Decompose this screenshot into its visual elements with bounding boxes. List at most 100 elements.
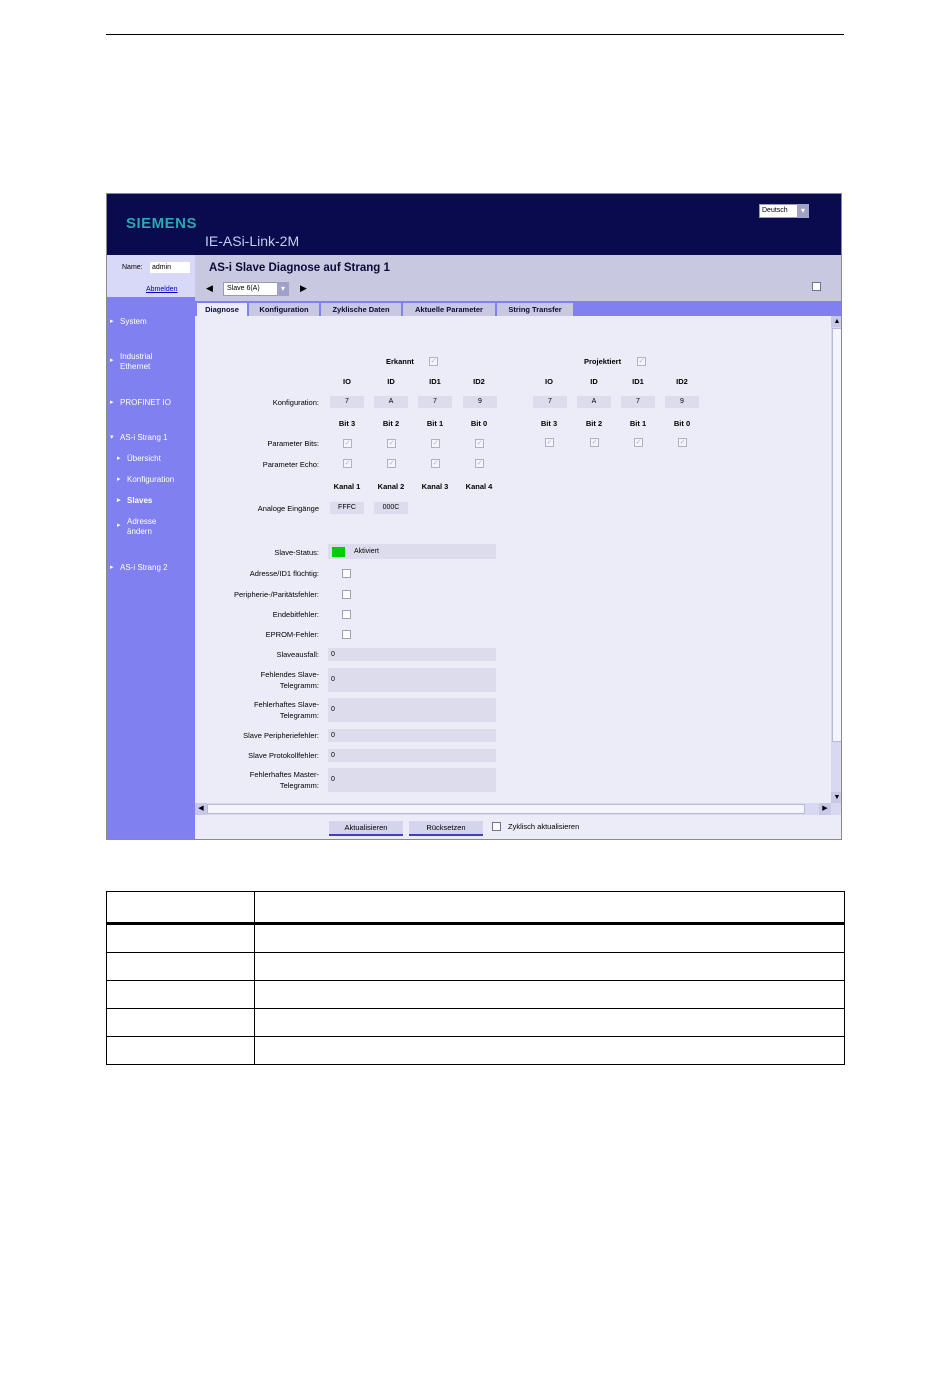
table-cell (106, 923, 255, 953)
print-icon[interactable] (812, 282, 821, 291)
slave-select[interactable]: Slave 6(A) ▾ (223, 282, 289, 296)
col-id-projektiert: ID (590, 377, 598, 386)
bit2-label-projektiert: Bit 2 (585, 419, 603, 428)
proj-param-bit0-checkbox[interactable]: ✓ (678, 438, 687, 447)
caret-right-icon: ▸ (110, 399, 114, 406)
counter-label-peripherie: Slave Peripheriefehler: (243, 731, 319, 740)
param-bit2-checkbox[interactable]: ✓ (387, 439, 396, 448)
next-slave-icon[interactable]: ▶ (300, 283, 307, 294)
sidebar-item-profinet[interactable]: ▸ PROFINET IO (110, 398, 171, 408)
erkannt-io-value: 7 (330, 396, 364, 408)
bit3-label: Bit 3 (338, 419, 356, 428)
language-value: Deutsch (762, 207, 788, 214)
previous-slave-icon[interactable]: ◀ (206, 283, 213, 294)
table-row (106, 923, 845, 953)
scroll-left-icon[interactable]: ◀ (195, 803, 207, 815)
logout-link[interactable]: Abmelden (146, 286, 178, 293)
horizontal-scrollbar[interactable]: ◀ ▶ (195, 803, 841, 815)
title-bar: AS-i Slave Diagnose auf Strang 1 ◀ Slave… (195, 255, 841, 301)
chevron-down-icon[interactable]: ▾ (797, 204, 809, 218)
col-io: IO (343, 377, 351, 386)
echo-bit1-checkbox[interactable]: ✓ (431, 459, 440, 468)
name-field[interactable]: admin (150, 262, 190, 273)
app-header: SIEMENS IE-ASi-Link-2M Deutsch ▾ (107, 194, 841, 255)
counter-value-slaveausfall: 0 (328, 648, 496, 661)
sidebar-item-adresse[interactable]: ▸ Adresse ändern (117, 517, 167, 537)
tab-string-transfer[interactable]: String Transfer (497, 303, 573, 316)
flag-eprom-checkbox[interactable] (342, 630, 351, 639)
counter-label-master: Fehlerhaftes Master-Telegramm: (249, 770, 319, 790)
tab-zyklische-daten[interactable]: Zyklische Daten (321, 303, 401, 316)
reset-button[interactable]: Rücksetzen (409, 821, 483, 836)
projektiert-checkbox[interactable]: ✓ (637, 357, 646, 366)
product-name: IE-ASi-Link-2M (205, 233, 300, 249)
erkannt-id2-value: 9 (463, 396, 497, 408)
kanal4-label: Kanal 4 (465, 482, 493, 491)
tab-konfiguration[interactable]: Konfiguration (249, 303, 319, 316)
tab-diagnose[interactable]: Diagnose (197, 303, 247, 316)
table-header-row (106, 891, 845, 925)
kanal2-label: Kanal 2 (377, 482, 405, 491)
table-row (106, 952, 845, 981)
cyclic-checkbox[interactable] (492, 822, 501, 831)
counter-label-protokoll: Slave Protokollfehler: (248, 751, 319, 760)
caret-right-icon: ▸ (110, 318, 114, 325)
login-panel: Name: admin Abmelden (107, 255, 195, 297)
flag-endebit-checkbox[interactable] (342, 610, 351, 619)
scroll-down-icon[interactable]: ▼ (831, 792, 841, 803)
counter-label-fehlerhaftes-slave: Fehlerhaftes Slave-Telegramm: (253, 700, 319, 720)
flag-label-eprom: EPROM-Fehler: (265, 630, 319, 639)
caret-right-icon: ▸ (110, 357, 114, 364)
proj-param-bit1-checkbox[interactable]: ✓ (634, 438, 643, 447)
param-bit1-checkbox[interactable]: ✓ (431, 439, 440, 448)
table-header-cell (254, 891, 845, 925)
chevron-down-icon[interactable]: ▾ (277, 282, 289, 296)
page-rule (106, 34, 844, 35)
sidebar-item-industrial-ethernet[interactable]: ▸ Industrial Ethernet (110, 352, 180, 372)
echo-bit2-checkbox[interactable]: ✓ (387, 459, 396, 468)
echo-bit0-checkbox[interactable]: ✓ (475, 459, 484, 468)
table-cell (254, 1036, 845, 1065)
erkannt-id1-value: 7 (418, 396, 452, 408)
param-bit0-checkbox[interactable]: ✓ (475, 439, 484, 448)
bit3-label-projektiert: Bit 3 (540, 419, 558, 428)
table-row (106, 980, 845, 1009)
bit0-label-projektiert: Bit 0 (673, 419, 691, 428)
description-table (106, 891, 845, 1065)
table-cell (106, 1008, 255, 1037)
diagnose-content: Erkannt ✓ Projektiert ✓ IO ID ID1 ID2 IO… (195, 316, 831, 803)
erkannt-label: Erkannt (386, 357, 414, 366)
erkannt-checkbox[interactable]: ✓ (429, 357, 438, 366)
scroll-up-icon[interactable]: ▲ (831, 316, 841, 327)
refresh-button[interactable]: Aktualisieren (329, 821, 403, 836)
sidebar-item-strang1[interactable]: ▾ AS-i Strang 1 (110, 433, 168, 443)
horizontal-scroll-thumb[interactable] (207, 804, 805, 814)
tab-aktuelle-parameter[interactable]: Aktuelle Parameter (403, 303, 495, 316)
projektiert-id2-value: 9 (665, 396, 699, 408)
bit2-label: Bit 2 (382, 419, 400, 428)
sidebar-item-slaves[interactable]: ▸ Slaves (117, 496, 152, 506)
flag-label-peripherie: Peripherie-/Paritätsfehler: (233, 590, 319, 599)
table-cell (254, 1008, 845, 1037)
vertical-scroll-thumb[interactable] (832, 328, 841, 742)
caret-down-icon: ▾ (110, 434, 114, 441)
proj-param-bit2-checkbox[interactable]: ✓ (590, 438, 599, 447)
scroll-right-icon[interactable]: ▶ (819, 803, 831, 815)
flag-adresse-checkbox[interactable] (342, 569, 351, 578)
echo-bit3-checkbox[interactable]: ✓ (343, 459, 352, 468)
sidebar-item-system[interactable]: ▸ System (110, 317, 147, 327)
language-select[interactable]: Deutsch ▾ (759, 204, 809, 218)
konfiguration-label: Konfiguration: (272, 398, 319, 407)
sidebar-item-uebersicht[interactable]: ▸ Übersicht (117, 454, 161, 464)
proj-param-bit3-checkbox[interactable]: ✓ (545, 438, 554, 447)
col-id2: ID2 (473, 377, 485, 386)
name-label: Name: (122, 264, 143, 271)
param-bit3-checkbox[interactable]: ✓ (343, 439, 352, 448)
bit1-label-projektiert: Bit 1 (629, 419, 647, 428)
projektiert-id-value: A (577, 396, 611, 408)
sidebar-item-konfiguration[interactable]: ▸ Konfiguration (117, 475, 174, 485)
vertical-scrollbar[interactable]: ▲ ▼ (831, 316, 841, 803)
col-id1-projektiert: ID1 (632, 377, 644, 386)
sidebar-item-strang2[interactable]: ▸ AS-i Strang 2 (110, 563, 168, 573)
flag-peripherie-checkbox[interactable] (342, 590, 351, 599)
